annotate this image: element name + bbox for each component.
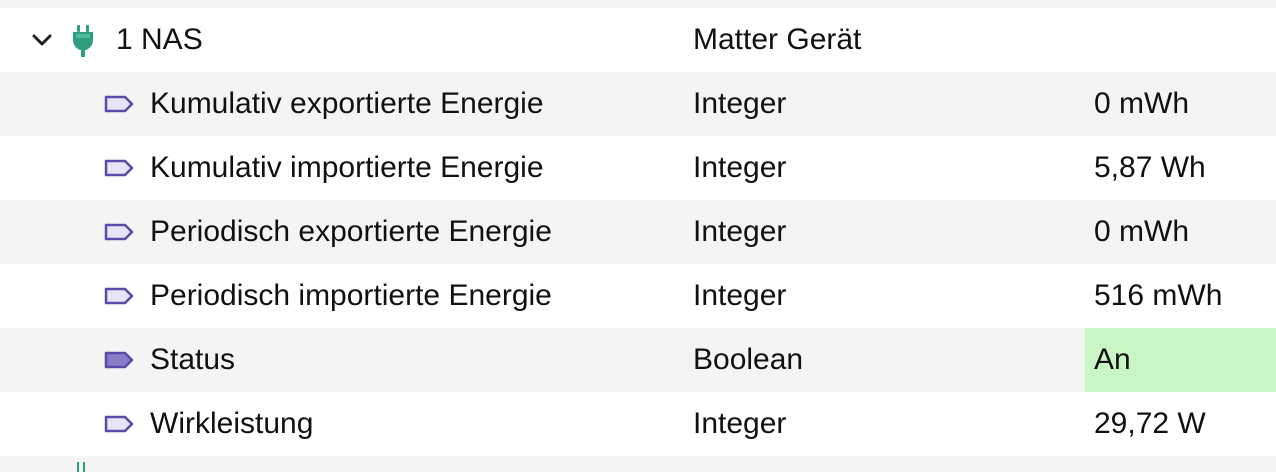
table-row[interactable]: Status Boolean An xyxy=(0,328,1276,392)
variable-tag-icon xyxy=(104,287,134,305)
variable-type: Integer xyxy=(693,407,787,440)
variable-value: 516 mWh xyxy=(1094,279,1223,312)
device-name: 1 NAS xyxy=(116,23,203,56)
variable-value: 0 mWh xyxy=(1094,87,1190,120)
variable-type: Integer xyxy=(693,87,787,120)
variable-type: Integer xyxy=(693,151,787,184)
variable-name: Kumulativ exportierte Energie xyxy=(150,87,544,120)
variable-name: Status xyxy=(150,343,236,376)
variable-type: Integer xyxy=(693,215,787,248)
variable-tag-icon xyxy=(104,223,134,241)
variable-type: Boolean xyxy=(693,343,804,376)
table-row[interactable]: Kumulativ exportierte Energie Integer 0 … xyxy=(0,72,1276,136)
table-row[interactable]: Kumulativ importierte Energie Integer 5,… xyxy=(0,136,1276,200)
variable-tag-icon xyxy=(104,415,134,433)
chevron-down-icon[interactable] xyxy=(30,30,54,50)
variable-value: 5,87 Wh xyxy=(1094,151,1206,184)
status-badge: An xyxy=(1085,328,1276,392)
variable-value: 0 mWh xyxy=(1094,215,1190,248)
variable-tag-icon xyxy=(104,95,134,113)
variable-tag-icon xyxy=(104,351,134,369)
variable-name: Kumulativ importierte Energie xyxy=(150,151,544,184)
tree-row-device[interactable]: 1 NAS Matter Gerät xyxy=(0,8,1276,72)
variable-name: Wirkleistung xyxy=(150,407,314,440)
variable-tag-icon xyxy=(104,159,134,177)
variable-name: Periodisch exportierte Energie xyxy=(150,215,552,248)
next-row-partial xyxy=(0,456,1276,472)
plug-icon xyxy=(77,462,85,472)
table-row[interactable]: Periodisch importierte Energie Integer 5… xyxy=(0,264,1276,328)
variable-value: 29,72 W xyxy=(1094,407,1206,440)
object-tree: 1 NAS Matter Gerät Kumulativ exportierte… xyxy=(0,0,1276,472)
variable-type: Integer xyxy=(693,279,787,312)
divider xyxy=(0,0,1276,8)
table-row[interactable]: Wirkleistung Integer 29,72 W xyxy=(0,392,1276,456)
plug-icon xyxy=(73,25,93,57)
table-row[interactable]: Periodisch exportierte Energie Integer 0… xyxy=(0,200,1276,264)
variable-name: Periodisch importierte Energie xyxy=(150,279,552,312)
device-type: Matter Gerät xyxy=(693,23,862,56)
